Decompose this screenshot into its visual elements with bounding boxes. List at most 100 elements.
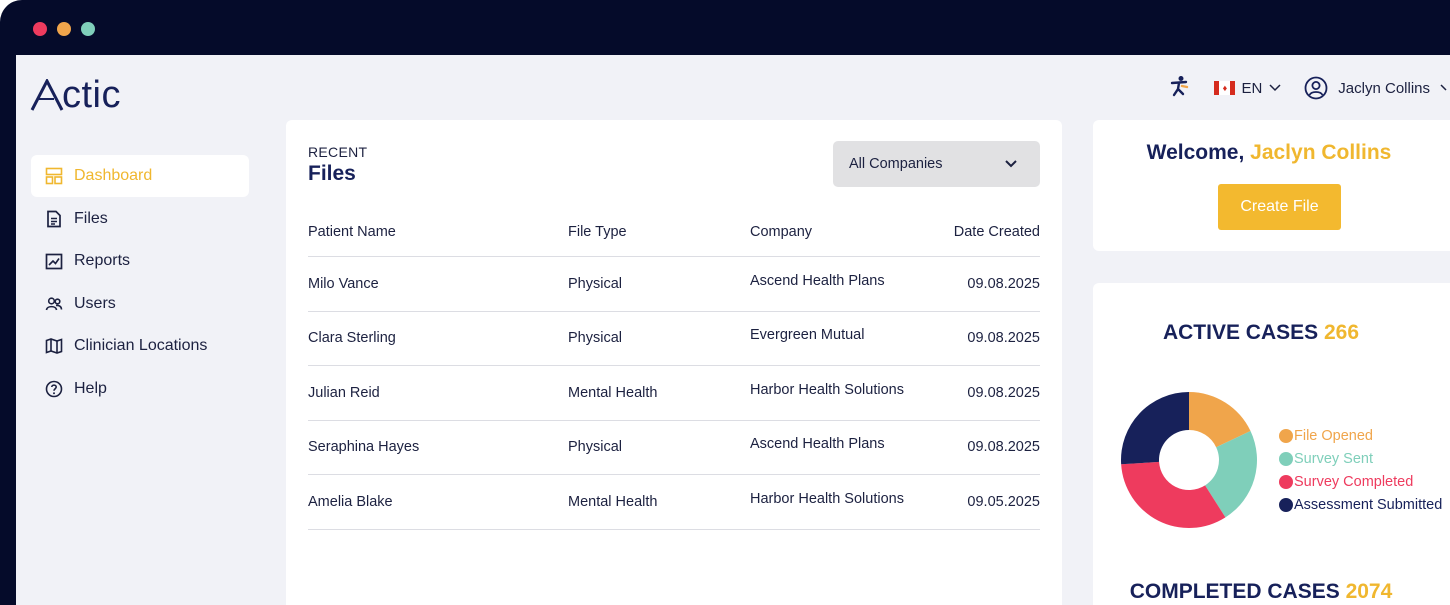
file-type-cell: Mental Health — [568, 493, 658, 510]
app-window: ctic ♦ EN Jaclyn Collins Dashboard Files… — [0, 0, 1450, 605]
date-created-cell: 09.08.2025 — [967, 275, 1040, 292]
legend-item-survey-completed[interactable]: Survey Completed — [1279, 470, 1442, 493]
dashboard-icon — [45, 167, 63, 185]
sidebar-item-label: Users — [74, 294, 116, 312]
sidebar-item-label: Files — [74, 209, 108, 227]
patient-name-cell: Seraphina Hayes — [308, 439, 420, 456]
brand-logo-text: ctic — [62, 73, 121, 116]
accessibility-icon[interactable] — [1168, 75, 1190, 101]
recent-files-card: RECENT Files All Companies Patient Name … — [286, 120, 1062, 605]
sidebar-item-label: Help — [74, 379, 107, 397]
completed-cases-heading: COMPLETED CASES 2074 — [1093, 580, 1450, 604]
top-bar: ♦ EN Jaclyn Collins — [1168, 75, 1450, 101]
legend-item-file-opened[interactable]: File Opened — [1279, 424, 1442, 447]
sidebar-item-reports[interactable]: Reports — [31, 240, 249, 282]
chevron-down-icon — [1440, 84, 1447, 91]
sidebar-item-clinician-locations[interactable]: Clinician Locations — [31, 325, 249, 367]
sidebar-item-label: Clinician Locations — [74, 337, 208, 354]
column-header-company[interactable]: Company — [750, 224, 940, 240]
date-created-cell: 09.08.2025 — [967, 384, 1040, 401]
legend-swatch — [1279, 451, 1293, 466]
file-type-cell: Physical — [568, 275, 622, 292]
column-header-date-created[interactable]: Date Created — [940, 224, 1040, 240]
table-header: Patient Name File Type Company Date Crea… — [308, 208, 1040, 257]
column-header-file-type[interactable]: File Type — [568, 224, 750, 240]
company-cell: Ascend Health Plans — [750, 272, 885, 289]
table-row[interactable]: Seraphina Hayes Physical Ascend Health P… — [308, 421, 1040, 475]
create-file-button[interactable]: Create File — [1218, 184, 1341, 230]
company-cell: Ascend Health Plans — [750, 436, 885, 453]
table-row[interactable]: Julian Reid Mental Health Harbor Health … — [308, 366, 1040, 421]
file-type-cell: Physical — [568, 330, 622, 347]
user-avatar-icon — [1304, 76, 1328, 100]
sidebar-item-help[interactable]: Help — [31, 368, 249, 410]
legend-swatch — [1279, 428, 1293, 443]
maximize-window-dot[interactable] — [81, 22, 95, 36]
patient-name-cell: Milo Vance — [308, 275, 379, 292]
file-icon — [47, 210, 61, 227]
date-created-cell: 09.08.2025 — [967, 439, 1040, 456]
company-filter-value: All Companies — [849, 156, 943, 172]
patient-name-cell: Clara Sterling — [308, 330, 396, 347]
file-type-cell: Mental Health — [568, 384, 658, 401]
legend-swatch — [1279, 474, 1293, 489]
canada-flag-icon: ♦ — [1214, 81, 1236, 95]
active-cases-heading: ACTIVE CASES 266 — [1093, 321, 1450, 345]
recent-eyebrow: RECENT — [308, 144, 368, 160]
file-type-cell: Physical — [568, 439, 622, 456]
patient-name-cell: Amelia Blake — [308, 493, 393, 510]
sidebar-item-label: Dashboard — [74, 167, 153, 184]
files-title: Files — [308, 162, 356, 185]
date-created-cell: 09.08.2025 — [967, 330, 1040, 347]
company-cell: Harbor Health Solutions — [750, 381, 904, 398]
date-created-cell: 09.05.2025 — [967, 493, 1040, 510]
language-code: EN — [1241, 79, 1263, 97]
table-row[interactable]: Amelia Blake Mental Health Harbor Health… — [308, 475, 1040, 530]
welcome-card: Welcome, Jaclyn Collins Create File — [1093, 120, 1450, 251]
donut-slice-survey-completed[interactable] — [1121, 461, 1226, 528]
sidebar-item-files[interactable]: Files — [31, 198, 249, 240]
legend-label: Assessment Submitted — [1294, 496, 1443, 513]
chevron-down-icon — [1005, 160, 1017, 168]
company-filter-select[interactable]: All Companies — [833, 141, 1040, 187]
legend-label: Survey Completed — [1294, 473, 1414, 490]
patient-name-cell: Julian Reid — [308, 384, 380, 401]
company-cell: Evergreen Mutual — [750, 327, 865, 344]
minimize-window-dot[interactable] — [57, 22, 71, 36]
sidebar-item-label: Reports — [74, 252, 131, 269]
language-selector[interactable]: ♦ EN — [1214, 80, 1282, 97]
sidebar-item-dashboard[interactable]: Dashboard — [31, 155, 249, 197]
legend-label: File Opened — [1294, 427, 1373, 444]
table-row[interactable]: Clara Sterling Physical Evergreen Mutual… — [308, 312, 1040, 366]
welcome-greeting: Welcome, — [1146, 141, 1245, 164]
user-name: Jaclyn Collins — [1338, 79, 1430, 97]
welcome-heading: Welcome, Jaclyn Collins — [1093, 141, 1450, 165]
completed-cases-count: 2074 — [1345, 580, 1393, 603]
logo-a-mark-icon — [30, 79, 64, 111]
users-icon — [45, 296, 63, 310]
completed-cases-label: COMPLETED CASES — [1129, 580, 1340, 603]
help-icon — [45, 380, 63, 397]
donut-slice-assessment-submitted[interactable] — [1121, 392, 1189, 465]
window-controls — [33, 22, 95, 36]
map-icon — [45, 338, 63, 354]
sidebar-item-users[interactable]: Users — [31, 283, 249, 325]
chart-legend: File Opened Survey Sent Survey Completed As… — [1279, 424, 1442, 516]
case-status-donut-chart — [1121, 392, 1257, 528]
column-header-patient-name[interactable]: Patient Name — [308, 224, 568, 240]
app-screen: ctic ♦ EN Jaclyn Collins Dashboard Files… — [16, 55, 1450, 605]
close-window-dot[interactable] — [33, 22, 47, 36]
active-cases-label: ACTIVE CASES — [1162, 321, 1319, 344]
brand-logo[interactable]: ctic — [30, 73, 121, 116]
legend-item-assessment-submitted[interactable]: Assessment Submitted — [1279, 493, 1442, 516]
table-row[interactable]: Milo Vance Physical Ascend Health Plans … — [308, 257, 1040, 312]
files-table: Patient Name File Type Company Date Crea… — [308, 208, 1040, 530]
company-cell: Harbor Health Solutions — [750, 490, 904, 507]
active-cases-count: 266 — [1324, 321, 1360, 344]
user-menu[interactable]: Jaclyn Collins — [1304, 76, 1450, 100]
cases-card: ACTIVE CASES 266 File Opened Survey Sent S… — [1093, 283, 1450, 605]
legend-item-survey-sent[interactable]: Survey Sent — [1279, 447, 1442, 470]
welcome-user-name: Jaclyn Collins — [1250, 141, 1392, 164]
reports-icon — [45, 253, 63, 270]
legend-label: Survey Sent — [1294, 450, 1373, 467]
